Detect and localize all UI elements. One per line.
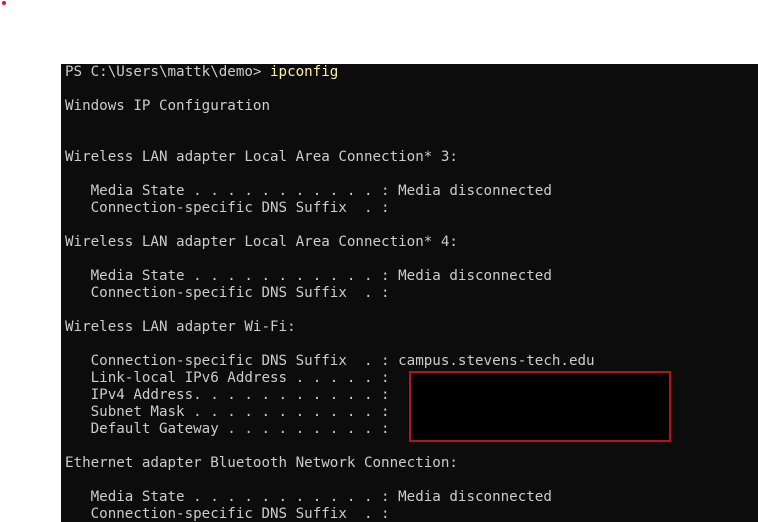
output-line: Media State . . . . . . . . . . . : Medi…	[65, 183, 552, 199]
output-line: Wireless LAN adapter Wi-Fi:	[65, 319, 296, 335]
output-line: Connection-specific DNS Suffix . :	[65, 285, 390, 301]
screenshot-page: PS C:\Users\mattk\demo> ipconfig Windows…	[0, 0, 758, 522]
output-line: Wireless LAN adapter Local Area Connecti…	[65, 149, 458, 165]
command-text: ipconfig	[270, 64, 339, 80]
powershell-terminal[interactable]: PS C:\Users\mattk\demo> ipconfig Windows…	[61, 64, 758, 522]
prompt-text: PS C:\Users\mattk\demo>	[65, 64, 270, 80]
output-line: Default Gateway . . . . . . . . . :	[65, 421, 390, 437]
output-line: Ethernet adapter Bluetooth Network Conne…	[65, 455, 458, 471]
output-line: Media State . . . . . . . . . . . : Medi…	[65, 489, 552, 505]
red-dot-marker	[2, 1, 6, 5]
output-line: Link-local IPv6 Address . . . . . :	[65, 370, 390, 386]
output-line: Connection-specific DNS Suffix . :	[65, 200, 390, 216]
redaction-box	[409, 371, 671, 442]
output-line: Wireless LAN adapter Local Area Connecti…	[65, 234, 458, 250]
output-line: IPv4 Address. . . . . . . . . . . :	[65, 387, 390, 403]
output-line: Subnet Mask . . . . . . . . . . . :	[65, 404, 390, 420]
output-line: Connection-specific DNS Suffix . : campu…	[65, 353, 595, 369]
output-line: Connection-specific DNS Suffix . :	[65, 506, 390, 522]
output-line: Media State . . . . . . . . . . . : Medi…	[65, 268, 552, 284]
prompt-line: PS C:\Users\mattk\demo> ipconfig	[65, 64, 338, 81]
output-line: Windows IP Configuration	[65, 98, 270, 114]
